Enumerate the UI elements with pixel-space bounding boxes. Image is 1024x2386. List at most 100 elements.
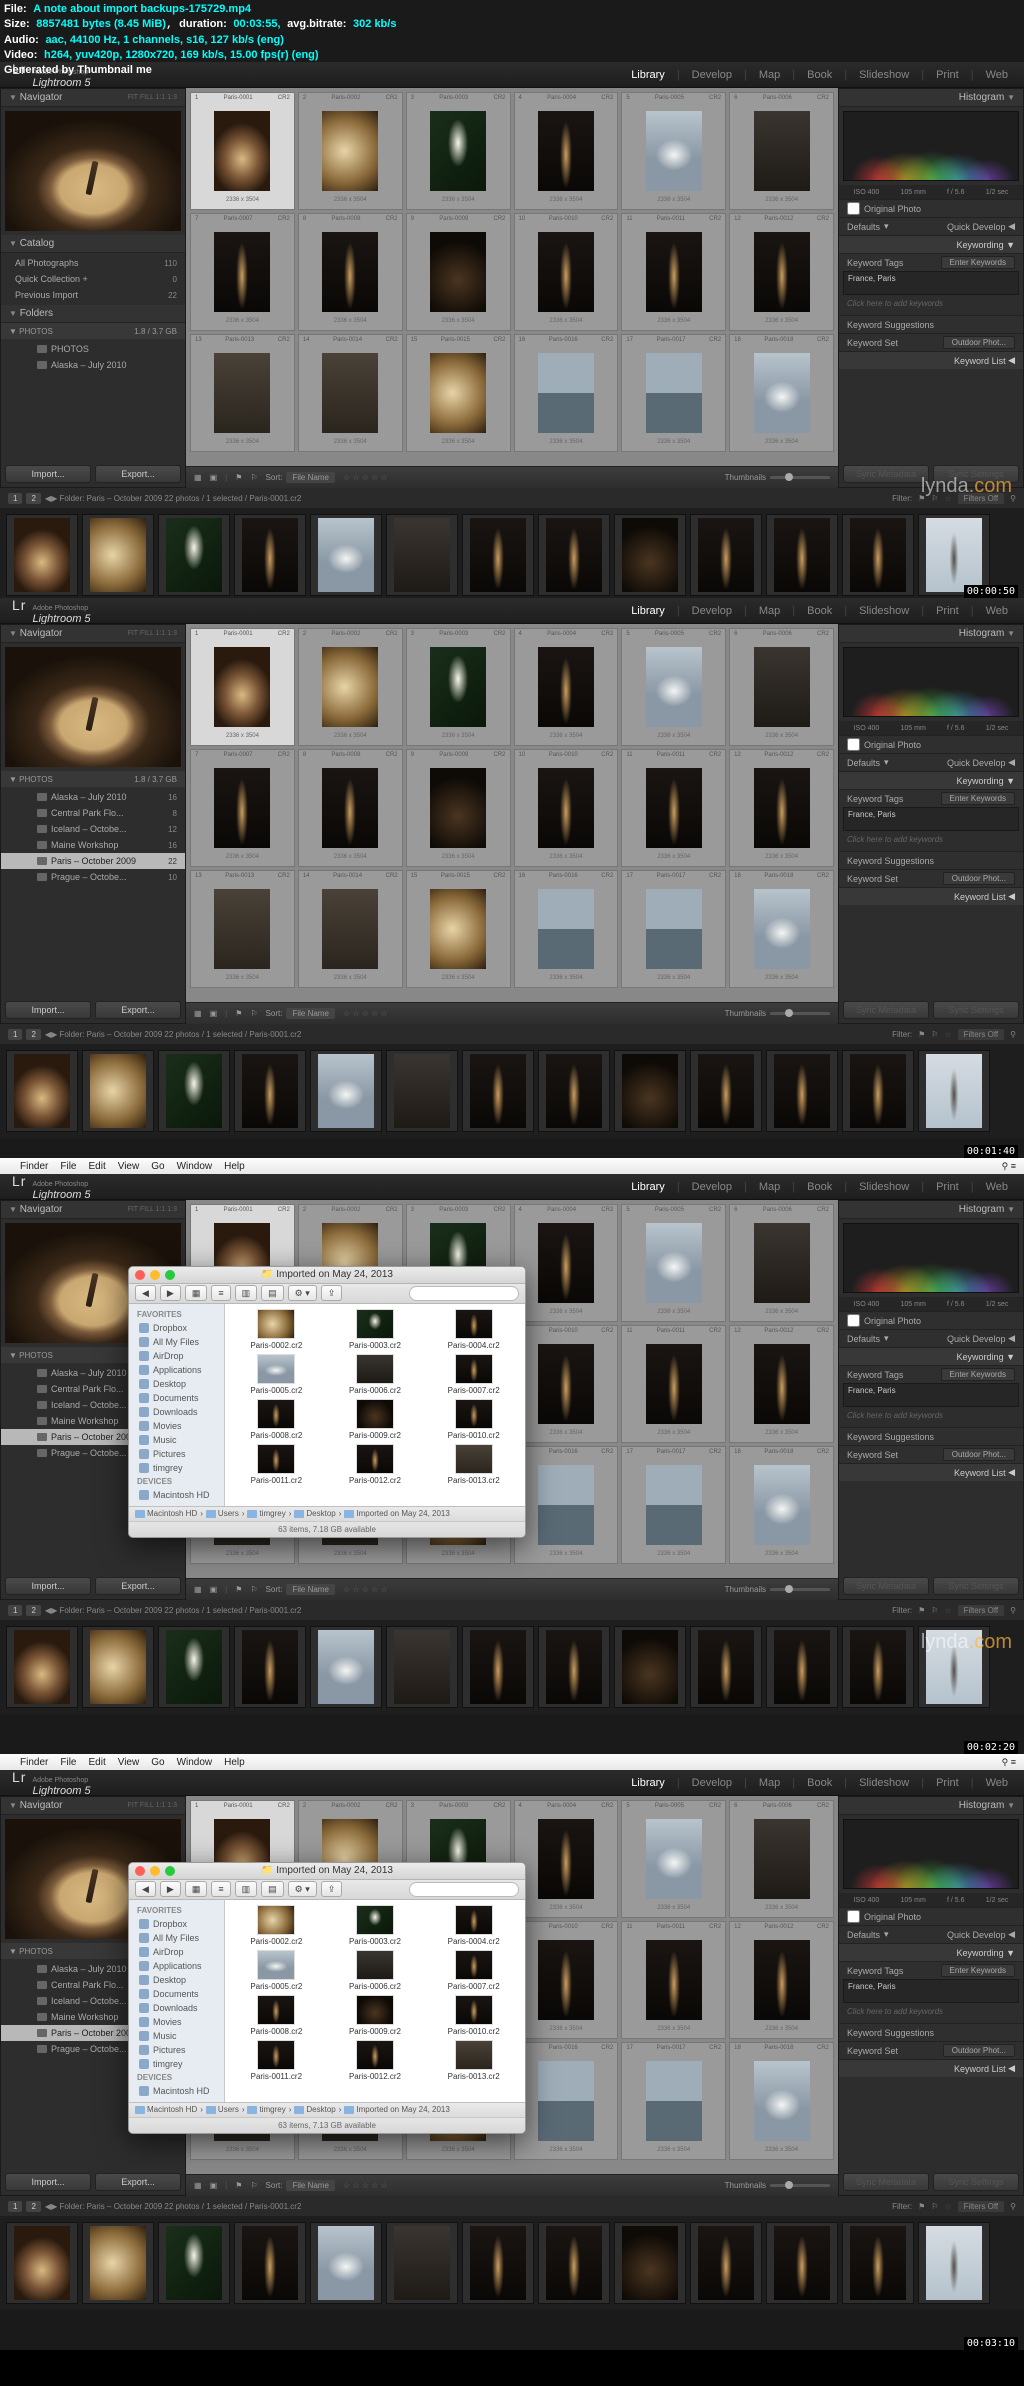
grid-cell[interactable]: 9Paris-0009CR2 2336 x 3504 (406, 749, 511, 867)
module-slideshow[interactable]: Slideshow (855, 69, 913, 81)
filmstrip[interactable] (0, 1620, 1024, 1714)
file-item[interactable]: Paris-0005.cr2 (229, 1353, 324, 1396)
screen-1-icon[interactable]: 1 (8, 493, 22, 504)
add-keywords-input[interactable]: Click here to add keywords (839, 2003, 1023, 2023)
grid-cell[interactable]: 18Paris-0018CR2 2336 x 3504 (729, 870, 834, 988)
add-keywords-input[interactable]: Click here to add keywords (839, 295, 1023, 315)
grid-cell[interactable]: 3Paris-0003CR2 2336 x 3504 (406, 628, 511, 746)
grid-cell[interactable]: 5Paris-0005CR2 2336 x 3504 (621, 1800, 726, 1918)
folder-item[interactable]: Central Park Flo...8 (1, 805, 185, 821)
filmstrip-cell[interactable] (234, 1050, 306, 1132)
sidebar-item[interactable]: Desktop (129, 1377, 224, 1391)
sidebar-item[interactable]: Macintosh HD (129, 2084, 224, 2098)
filmstrip-cell[interactable] (614, 1626, 686, 1708)
filmstrip-cell[interactable] (766, 1050, 838, 1132)
grid-cell[interactable]: 18Paris-0018CR2 2336 x 3504 (729, 334, 834, 452)
forward-button[interactable]: ▶ (160, 1285, 181, 1301)
sidebar-item[interactable]: Macintosh HD (129, 1488, 224, 1502)
rating-stars[interactable]: ☆ ☆ ☆ ☆ ☆ (343, 1585, 388, 1594)
thumbnail-size-slider[interactable] (770, 1588, 830, 1591)
filmstrip-cell[interactable] (538, 1050, 610, 1132)
module-library[interactable]: Library (627, 605, 669, 617)
filmstrip-cell[interactable] (310, 1050, 382, 1132)
menu-item[interactable]: Edit (88, 1161, 105, 1172)
module-web[interactable]: Web (982, 1777, 1012, 1789)
menu-item[interactable]: View (118, 1161, 140, 1172)
filmstrip-cell[interactable] (462, 2222, 534, 2304)
file-item[interactable]: Paris-0007.cr2 (426, 1353, 521, 1396)
file-item[interactable]: Paris-0009.cr2 (328, 1398, 423, 1441)
grid-cell[interactable]: 2Paris-0002CR2 2336 x 3504 (298, 628, 403, 746)
minimize-icon[interactable] (150, 1270, 160, 1280)
path-segment[interactable]: Users (206, 2105, 239, 2114)
sidebar-item[interactable]: Documents (129, 1987, 224, 2001)
sidebar-item[interactable]: All My Files (129, 1931, 224, 1945)
catalog-item[interactable]: All Photographs110 (1, 255, 185, 271)
keyword-suggestions[interactable]: Keyword Suggestions (839, 2023, 1023, 2041)
path-segment[interactable]: Imported on May 24, 2013 (344, 2105, 449, 2114)
sidebar-item[interactable]: AirDrop (129, 1945, 224, 1959)
keyword-list-header[interactable]: Keyword List ◀ (839, 351, 1023, 369)
filmstrip[interactable] (0, 1044, 1024, 1138)
path-segment[interactable]: Macintosh HD (135, 2105, 197, 2114)
histogram[interactable] (843, 1819, 1019, 1889)
menu-item[interactable]: Go (151, 1161, 164, 1172)
flag-icon[interactable]: ⚑ (235, 1585, 242, 1594)
sidebar-item[interactable]: Music (129, 2029, 224, 2043)
keyword-mode-dropdown[interactable]: Enter Keywords (941, 792, 1015, 805)
search-input[interactable] (409, 1882, 519, 1897)
file-item[interactable]: Paris-0012.cr2 (328, 2039, 423, 2082)
filmstrip-cell[interactable] (842, 1626, 914, 1708)
keywording-header[interactable]: Keywording ▼ (839, 771, 1023, 789)
module-print[interactable]: Print (932, 1181, 963, 1193)
path-segment[interactable]: Desktop (294, 2105, 335, 2114)
file-item[interactable]: Paris-0004.cr2 (426, 1904, 521, 1947)
module-develop[interactable]: Develop (688, 1777, 736, 1789)
filmstrip-cell[interactable] (766, 1626, 838, 1708)
module-book[interactable]: Book (803, 1181, 836, 1193)
filter-lock-icon[interactable]: ⚲ (1010, 1030, 1016, 1039)
go-forward-icon[interactable]: ▶ (51, 2202, 57, 2211)
grid-cell[interactable]: 17Paris-0017CR2 2336 x 3504 (621, 870, 726, 988)
folder-item[interactable]: Prague – Octobe...10 (1, 869, 185, 885)
grid-cell[interactable]: 17Paris-0017CR2 2336 x 3504 (621, 2042, 726, 2160)
keyword-mode-dropdown[interactable]: Enter Keywords (941, 1964, 1015, 1977)
quick-develop-row[interactable]: Defaults▾Quick Develop ◀ (839, 753, 1023, 771)
file-item[interactable]: Paris-0002.cr2 (229, 1308, 324, 1351)
sort-dropdown[interactable]: File Name (286, 1584, 334, 1595)
module-print[interactable]: Print (932, 605, 963, 617)
filmstrip-source[interactable]: Folder: Paris – October 2009 22 photos /… (59, 1606, 301, 1615)
filmstrip-cell[interactable] (766, 514, 838, 596)
grid-cell[interactable]: 13Paris-0013CR2 2336 x 3504 (190, 870, 295, 988)
filmstrip-cell[interactable] (766, 2222, 838, 2304)
histogram-header[interactable]: Histogram ▼ (839, 89, 1023, 107)
file-item[interactable]: Paris-0011.cr2 (229, 2039, 324, 2082)
menu-item[interactable]: Window (177, 1757, 213, 1768)
grid-cell[interactable]: 4Paris-0004CR2 2336 x 3504 (514, 628, 619, 746)
grid-cell[interactable]: 15Paris-0015CR2 2336 x 3504 (406, 870, 511, 988)
histogram[interactable] (843, 1223, 1019, 1293)
loupe-mode-icon[interactable]: ▣ (210, 1585, 218, 1594)
module-web[interactable]: Web (982, 605, 1012, 617)
file-item[interactable]: Paris-0007.cr2 (426, 1949, 521, 1992)
grid-cell[interactable]: 1Paris-0001CR2 2336 x 3504 (190, 628, 295, 746)
view-column-button[interactable]: ▥ (235, 1881, 258, 1897)
screen-2-icon[interactable]: 2 (26, 1605, 40, 1616)
filmstrip-cell[interactable] (234, 2222, 306, 2304)
loupe-mode-icon[interactable]: ▣ (210, 1009, 218, 1018)
file-item[interactable]: Paris-0008.cr2 (229, 1398, 324, 1441)
sidebar-item[interactable]: Downloads (129, 1405, 224, 1419)
grid-cell[interactable]: 5Paris-0005CR2 2336 x 3504 (621, 92, 726, 210)
view-icon-button[interactable]: ▦ (185, 1881, 208, 1897)
catalog-header[interactable]: ▼ Catalog (1, 235, 185, 253)
grid-cell[interactable]: 5Paris-0005CR2 2336 x 3504 (621, 628, 726, 746)
keywords-field[interactable]: France, Paris (843, 271, 1019, 295)
navigator-header[interactable]: ▼ NavigatorFIT FILL 1:1 1:3 (1, 1797, 185, 1815)
filmstrip-cell[interactable] (842, 514, 914, 596)
add-keywords-input[interactable]: Click here to add keywords (839, 1407, 1023, 1427)
module-library[interactable]: Library (627, 69, 669, 81)
keyword-suggestions[interactable]: Keyword Suggestions (839, 315, 1023, 333)
finder-titlebar[interactable]: 📁 Imported on May 24, 2013 (129, 1267, 525, 1284)
grid-mode-icon[interactable]: ▦ (194, 1009, 202, 1018)
menu-item[interactable]: Help (224, 1757, 245, 1768)
